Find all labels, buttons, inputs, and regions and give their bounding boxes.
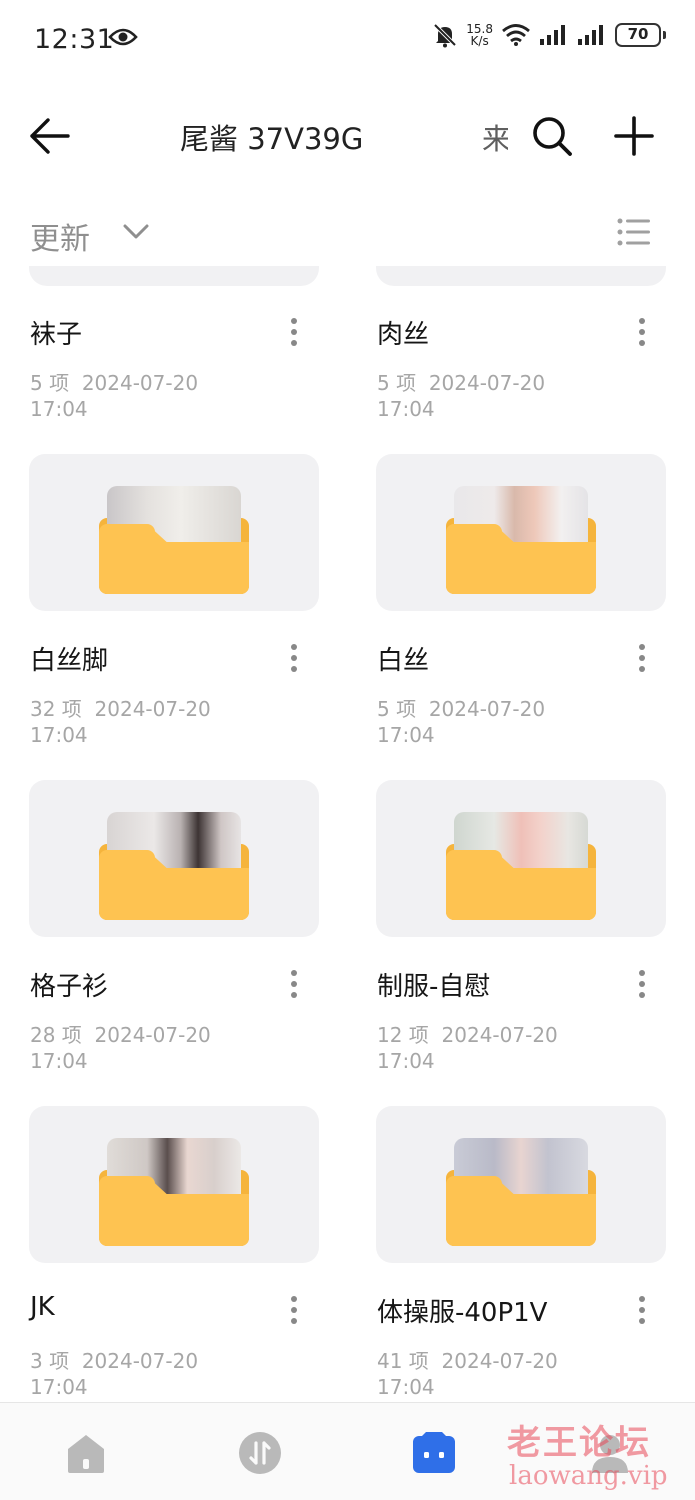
folder-card[interactable] (29, 780, 319, 937)
item-time: 17:04 (377, 397, 435, 421)
item-time: 17:04 (377, 1049, 435, 1073)
folder-icon (99, 484, 249, 594)
home-icon[interactable] (64, 1431, 108, 1475)
folder-card[interactable] (376, 780, 666, 937)
folder-name[interactable]: JK (30, 1292, 55, 1322)
item-time: 17:04 (30, 723, 88, 747)
folder-meta: 5 项 2024-07-20 17:04 (30, 370, 198, 422)
files-icon[interactable] (412, 1431, 456, 1475)
watermark-en: laowang.vip (509, 1461, 668, 1491)
watermark-cn: 老王论坛 (507, 1423, 651, 1463)
folder-icon (446, 810, 596, 920)
folder-name[interactable]: 体操服-40P1V (377, 1292, 547, 1329)
folder-card[interactable] (29, 454, 319, 611)
item-date: 2024-07-20 (81, 1349, 199, 1373)
item-count: 5 项 (30, 371, 70, 395)
folder-icon (99, 1136, 249, 1246)
folder-meta: 28 项 2024-07-20 17:04 (30, 1022, 211, 1074)
folder-card[interactable] (29, 1106, 319, 1263)
folder-name[interactable]: 制服-自慰 (377, 966, 490, 1003)
folder-meta: 5 项 2024-07-20 17:04 (377, 370, 545, 422)
item-date: 2024-07-20 (428, 371, 546, 395)
folder-meta: 32 项 2024-07-20 17:04 (30, 696, 211, 748)
item-count: 28 项 (30, 1023, 82, 1047)
more-options-button[interactable] (632, 640, 652, 676)
item-count: 32 项 (30, 697, 82, 721)
more-options-button[interactable] (632, 966, 652, 1002)
folder-card[interactable] (376, 454, 666, 611)
folder-icon (99, 810, 249, 920)
more-options-button[interactable] (632, 314, 652, 350)
more-options-button[interactable] (284, 314, 304, 350)
item-time: 17:04 (30, 1375, 88, 1399)
item-count: 41 项 (377, 1349, 429, 1373)
item-date: 2024-07-20 (81, 371, 199, 395)
item-date: 2024-07-20 (441, 1349, 558, 1373)
more-options-button[interactable] (284, 966, 304, 1002)
folder-grid: 袜子 5 项 2024-07-20 17:04 肉丝 5 项 2024-07-2… (0, 0, 695, 1400)
item-count: 12 项 (377, 1023, 429, 1047)
item-count: 3 项 (30, 1349, 70, 1373)
transfer-icon[interactable] (238, 1431, 282, 1475)
item-date: 2024-07-20 (94, 697, 211, 721)
folder-card[interactable] (376, 266, 666, 286)
item-time: 17:04 (377, 723, 435, 747)
more-options-button[interactable] (284, 1292, 304, 1328)
folder-meta: 3 项 2024-07-20 17:04 (30, 1348, 198, 1400)
folder-name[interactable]: 白丝 (377, 640, 429, 677)
folder-name[interactable]: 白丝脚 (30, 640, 108, 677)
folder-meta: 12 项 2024-07-20 17:04 (377, 1022, 558, 1074)
more-options-button[interactable] (632, 1292, 652, 1328)
folder-name[interactable]: 袜子 (30, 314, 82, 351)
folder-icon (446, 1136, 596, 1246)
folder-card[interactable] (376, 1106, 666, 1263)
folder-card[interactable] (29, 266, 319, 286)
folder-meta: 41 项 2024-07-20 17:04 (377, 1348, 558, 1400)
item-date: 2024-07-20 (94, 1023, 211, 1047)
item-count: 5 项 (377, 371, 417, 395)
item-date: 2024-07-20 (428, 697, 546, 721)
folder-name[interactable]: 格子衫 (30, 966, 108, 1003)
item-time: 17:04 (30, 1049, 88, 1073)
bottom-nav: 老王论坛 laowang.vip (0, 1402, 695, 1500)
folder-icon (446, 484, 596, 594)
folder-meta: 5 项 2024-07-20 17:04 (377, 696, 545, 748)
item-count: 5 项 (377, 697, 417, 721)
item-date: 2024-07-20 (441, 1023, 558, 1047)
item-time: 17:04 (377, 1375, 435, 1399)
folder-name[interactable]: 肉丝 (377, 314, 429, 351)
watermark: 老王论坛 laowang.vip (507, 1415, 682, 1495)
more-options-button[interactable] (284, 640, 304, 676)
item-time: 17:04 (30, 397, 88, 421)
